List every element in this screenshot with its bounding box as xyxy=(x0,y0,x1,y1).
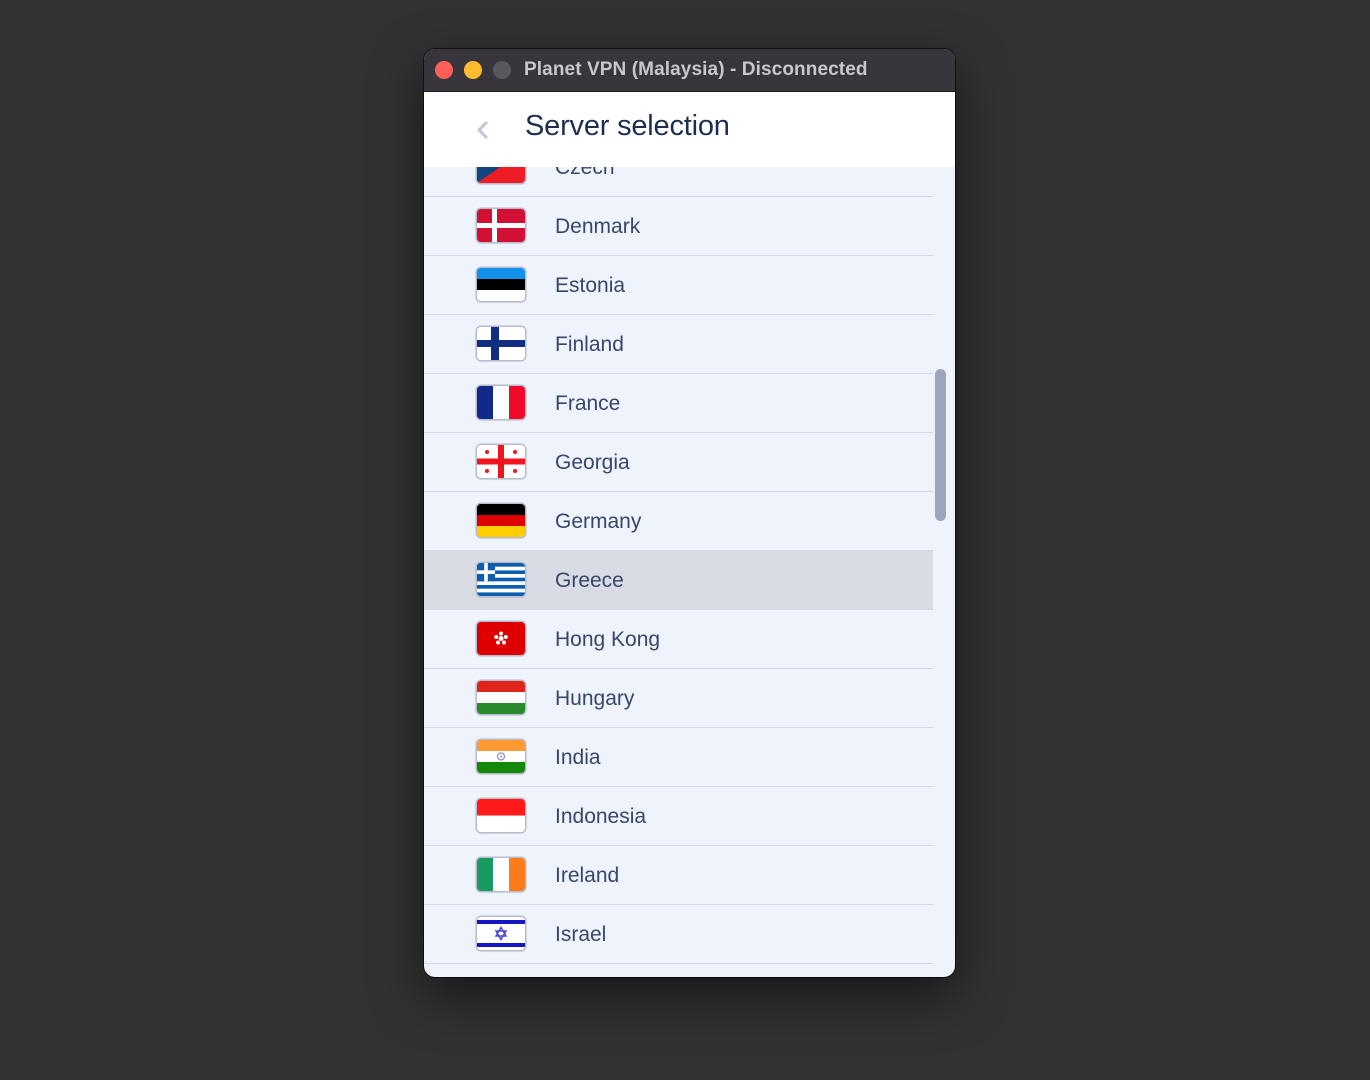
country-name: Indonesia xyxy=(555,805,647,828)
country-name: Greece xyxy=(555,569,624,592)
country-name: Hong Kong xyxy=(555,628,661,651)
id-flag-icon xyxy=(477,799,525,832)
country-name: Hungary xyxy=(555,687,635,710)
country-name: Georgia xyxy=(555,451,630,474)
fr-flag-icon xyxy=(477,386,525,419)
server-row-germany[interactable]: Germany xyxy=(424,492,933,551)
server-row-india[interactable]: India xyxy=(424,728,933,787)
close-window-button[interactable] xyxy=(435,61,453,79)
hu-flag-icon xyxy=(477,681,525,714)
page-title: Server selection xyxy=(525,110,730,142)
page-header: Server selection xyxy=(424,92,955,167)
ge-flag-icon xyxy=(477,445,525,478)
scrollbar-thumb[interactable] xyxy=(935,369,946,521)
ie-flag-icon xyxy=(477,858,525,891)
gr-flag-icon xyxy=(477,563,525,596)
in-flag-icon xyxy=(477,740,525,773)
hk-flag-icon xyxy=(477,622,525,655)
zoom-window-button[interactable] xyxy=(493,61,511,79)
country-name: Estonia xyxy=(555,274,626,297)
server-row-greece[interactable]: Greece xyxy=(424,551,933,610)
server-row-denmark[interactable]: Denmark xyxy=(424,197,933,256)
window-title: Planet VPN (Malaysia) - Disconnected xyxy=(524,59,868,80)
country-name: Denmark xyxy=(555,215,641,238)
app-window: Planet VPN (Malaysia) - Disconnected Ser… xyxy=(424,49,955,977)
country-name: Israel xyxy=(555,923,607,946)
minimize-window-button[interactable] xyxy=(464,61,482,79)
country-name: Germany xyxy=(555,510,642,533)
chevron-left-icon xyxy=(477,121,488,139)
dk-flag-icon xyxy=(477,209,525,242)
server-row-hong-kong[interactable]: Hong Kong xyxy=(424,610,933,669)
country-name: Ireland xyxy=(555,864,620,887)
server-row-czech[interactable]: Czech xyxy=(424,167,933,197)
cz-flag-icon xyxy=(477,167,525,183)
ee-flag-icon xyxy=(477,268,525,301)
server-row-hungary[interactable]: Hungary xyxy=(424,669,933,728)
server-row-ireland[interactable]: Ireland xyxy=(424,846,933,905)
fi-flag-icon xyxy=(477,327,525,360)
window-controls xyxy=(435,61,511,79)
server-row-israel[interactable]: Israel xyxy=(424,905,933,964)
server-row-france[interactable]: France xyxy=(424,374,933,433)
de-flag-icon xyxy=(477,504,525,537)
title-bar: Planet VPN (Malaysia) - Disconnected xyxy=(424,49,955,92)
country-name: India xyxy=(555,746,601,769)
server-row-indonesia[interactable]: Indonesia xyxy=(424,787,933,846)
server-row-estonia[interactable]: Estonia xyxy=(424,256,933,315)
server-row-finland[interactable]: Finland xyxy=(424,315,933,374)
server-row-georgia[interactable]: Georgia xyxy=(424,433,933,492)
il-flag-icon xyxy=(477,917,525,950)
country-name: France xyxy=(555,392,621,415)
country-name: Czech xyxy=(555,167,615,179)
server-list[interactable]: Czech Denmark Estonia Finland France Georgia G… xyxy=(424,167,955,977)
back-button[interactable] xyxy=(473,117,493,143)
country-name: Finland xyxy=(555,333,624,356)
